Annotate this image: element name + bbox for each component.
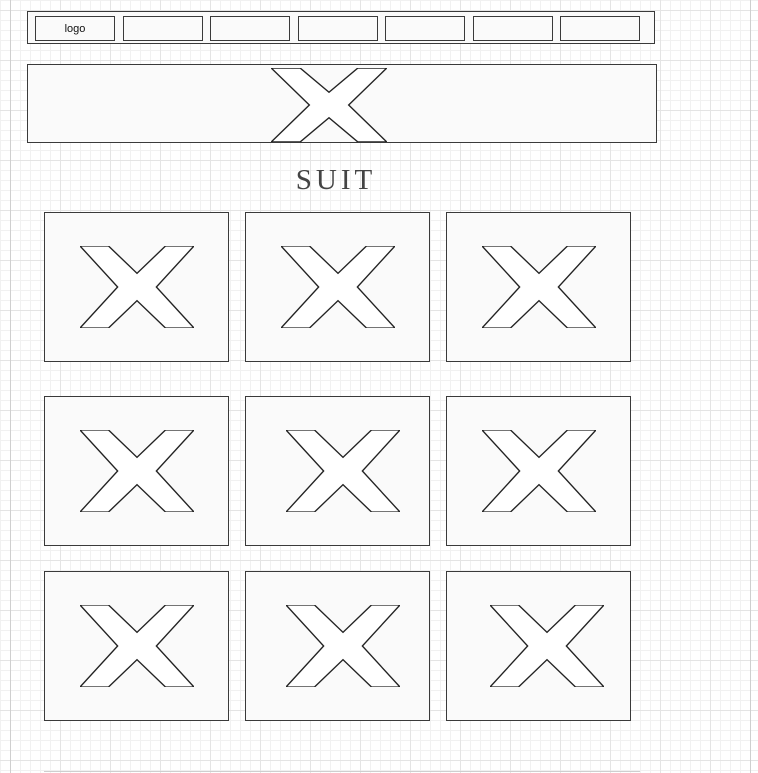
product-card[interactable] bbox=[446, 571, 631, 721]
placeholder-x-icon bbox=[482, 246, 596, 328]
nav-bar: logo bbox=[27, 11, 655, 44]
placeholder-x-icon bbox=[80, 430, 194, 512]
nav-item-5[interactable] bbox=[473, 16, 553, 41]
placeholder-x-icon bbox=[281, 246, 395, 328]
placeholder-x-icon bbox=[490, 605, 604, 687]
product-card[interactable] bbox=[245, 212, 430, 362]
nav-item-3[interactable] bbox=[298, 16, 378, 41]
placeholder-x-icon bbox=[286, 430, 400, 512]
canvas-border-right bbox=[750, 0, 751, 773]
placeholder-x-icon bbox=[271, 68, 387, 142]
canvas-border-bottom bbox=[44, 771, 640, 772]
nav-item-2[interactable] bbox=[210, 16, 290, 41]
placeholder-x-icon bbox=[80, 246, 194, 328]
product-card[interactable] bbox=[44, 571, 229, 721]
section-title: SUIT bbox=[295, 164, 377, 196]
placeholder-x-icon bbox=[80, 605, 194, 687]
hero-banner bbox=[27, 64, 657, 143]
nav-item-6[interactable] bbox=[560, 16, 640, 41]
product-card[interactable] bbox=[446, 396, 631, 546]
product-card[interactable] bbox=[446, 212, 631, 362]
nav-item-4[interactable] bbox=[385, 16, 465, 41]
product-card[interactable] bbox=[44, 212, 229, 362]
nav-item-1[interactable] bbox=[123, 16, 203, 41]
placeholder-x-icon bbox=[286, 605, 400, 687]
product-card[interactable] bbox=[44, 396, 229, 546]
canvas-border-left bbox=[10, 0, 11, 773]
product-card[interactable] bbox=[245, 571, 430, 721]
product-card[interactable] bbox=[245, 396, 430, 546]
nav-logo[interactable]: logo bbox=[35, 16, 115, 41]
placeholder-x-icon bbox=[482, 430, 596, 512]
